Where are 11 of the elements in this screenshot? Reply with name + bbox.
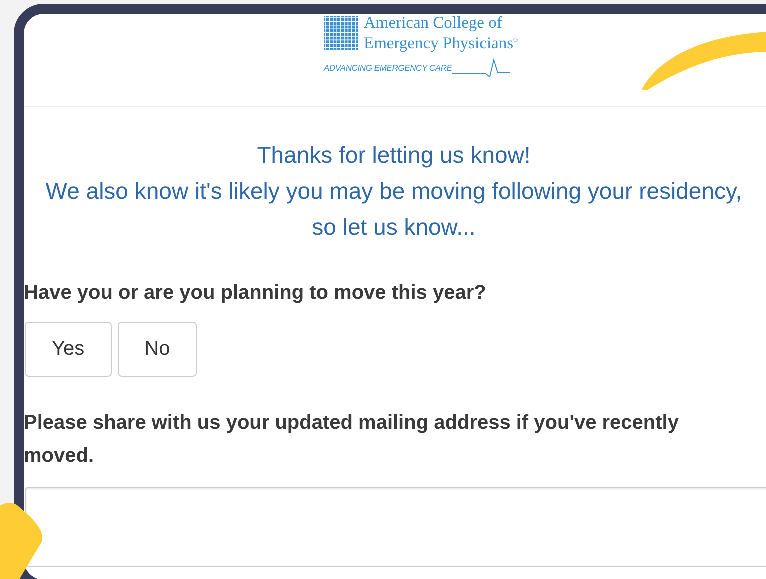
heartbeat-line-icon <box>452 56 510 78</box>
address-label: Please share with us your updated mailing address if you've recently moved. <box>24 411 680 469</box>
answer-option[interactable]: Yes <box>25 322 112 377</box>
question-label: Have you or are you planning to move this year? <box>24 281 488 306</box>
grid-logo-icon <box>324 16 358 50</box>
answer-option[interactable]: No <box>118 322 198 377</box>
logo-tagline: ADVANCING EMERGENCY CARE <box>324 62 452 72</box>
logo-name: American College of <box>364 14 504 32</box>
logo-name: Emergency Physicians$^{®}$ <box>364 32 518 52</box>
thank-you-message: Thanks for letting us know! We also know it's likely you may be moving following your residency, so let us know... <box>44 141 744 242</box>
address-field[interactable] <box>25 487 766 567</box>
